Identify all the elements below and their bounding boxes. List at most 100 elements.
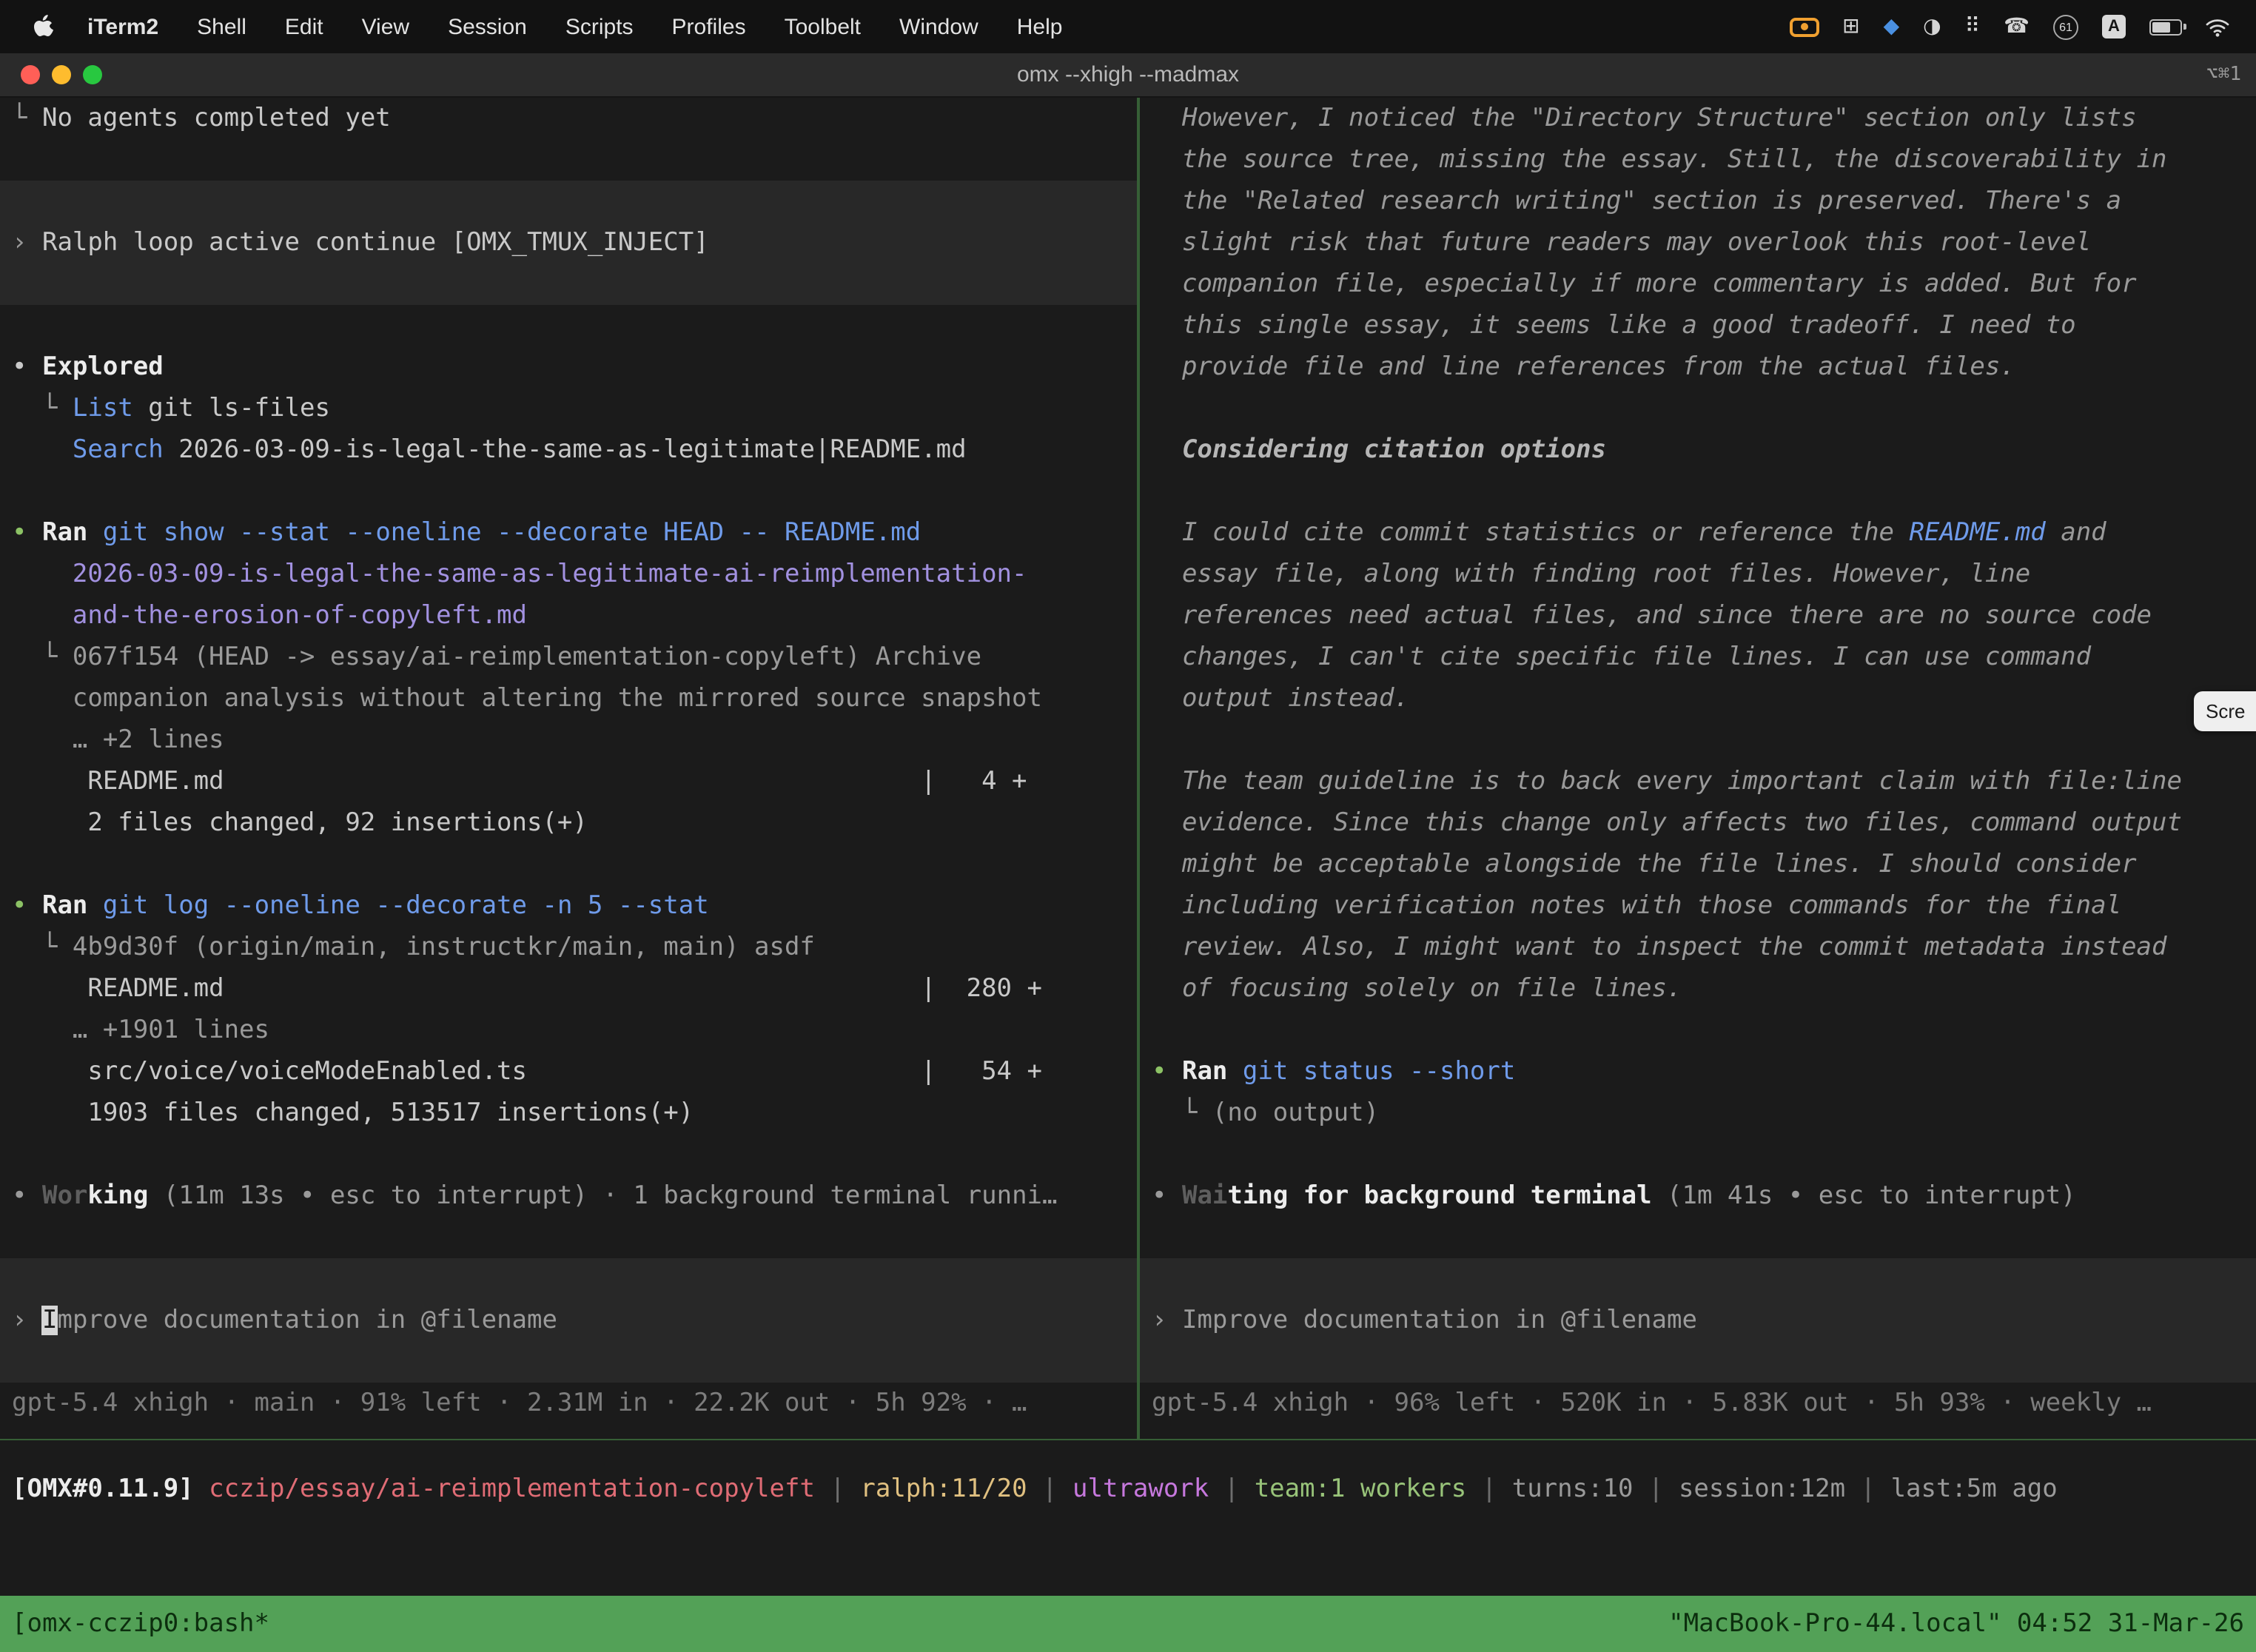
battery-percent-gauge[interactable]: 61 (2053, 14, 2078, 39)
terminal-line: 1903 files changed, 513517 insertions(+) (12, 1092, 1137, 1134)
terminal-line: … +1901 lines (12, 1010, 1137, 1051)
menu-item-view[interactable]: View (343, 14, 429, 39)
terminal-line: of focusing solely on file lines. (1152, 968, 2256, 1010)
terminal-line: the source tree, missing the essay. Stil… (1152, 139, 2256, 181)
screen-sharing-overlay-button[interactable]: Scre (2194, 691, 2256, 731)
terminal-line: gpt-5.4 xhigh · 96% left · 520K in · 5.8… (1152, 1383, 2256, 1424)
terminal-line (0, 181, 1137, 222)
terminal-line (1152, 1010, 2256, 1051)
menu-item-help[interactable]: Help (998, 14, 1082, 39)
menu-bar-status-area: ⊞ ◆ ◑ ⠿ ☎ 61 A (1789, 14, 2238, 39)
terminal-line: companion file, especially if more comme… (1152, 263, 2256, 305)
menu-item-scripts[interactable]: Scripts (546, 14, 653, 39)
pane-bottom-border (0, 1439, 2256, 1440)
window-grid-icon[interactable]: ⊞ (1842, 16, 1859, 37)
terminal-line (12, 1258, 1137, 1300)
screen-recording-indicator-icon[interactable] (1789, 17, 1819, 36)
terminal-line: › Ralph loop active continue [OMX_TMUX_I… (0, 222, 1137, 263)
terminal-line: └ List git ls-files (12, 388, 1137, 429)
left-pane-output: └ No agents completed yet› Ralph loop ac… (12, 98, 1137, 1258)
terminal-line: README.md | 4 + (12, 761, 1137, 802)
terminal-line: I could cite commit statistics or refere… (1152, 512, 2256, 554)
terminal-line: review. Also, I might want to inspect th… (1152, 927, 2256, 968)
terminal-line (1152, 1217, 2256, 1258)
terminal-line: provide file and line references from th… (1152, 346, 2256, 388)
terminal-line: gpt-5.4 xhigh · main · 91% left · 2.31M … (12, 1383, 1137, 1424)
apple-menu[interactable] (18, 15, 68, 38)
terminal-line: • Working (11m 13s • esc to interrupt) ·… (12, 1175, 1137, 1217)
tmux-window-label[interactable]: [omx-cczip0:bash* (12, 1609, 269, 1639)
terminal-line: › Improve documentation in @filename (12, 1300, 1137, 1341)
terminal-line (1152, 388, 2256, 429)
terminal-line: └ (no output) (1152, 1092, 2256, 1134)
terminal-line (0, 263, 1137, 305)
menu-item-edit[interactable]: Edit (266, 14, 343, 39)
traffic-lights (21, 65, 102, 84)
terminal-line (1152, 1134, 2256, 1175)
terminal-line (12, 1341, 1137, 1383)
right-terminal-pane[interactable]: However, I noticed the "Directory Struct… (1140, 98, 2256, 1439)
terminal-line: slight risk that future readers may over… (1152, 222, 2256, 263)
menu-bar: iTerm2 Shell Edit View Session Scripts P… (0, 0, 2256, 53)
terminal-line: • Ran git status --short (1152, 1051, 2256, 1092)
terminal-line: README.md | 280 + (12, 968, 1137, 1010)
terminal-line (1152, 1258, 2256, 1300)
terminal-line: • Explored (12, 346, 1137, 388)
right-status-line: gpt-5.4 xhigh · 96% left · 520K in · 5.8… (1152, 1383, 2256, 1424)
menu-item-session[interactable]: Session (429, 14, 546, 39)
terminal-line: [OMX#0.11.9] cczip/essay/ai-reimplementa… (12, 1468, 2256, 1510)
terminal-line: evidence. Since this change only affects… (1152, 802, 2256, 844)
apple-logo-icon (33, 15, 53, 38)
menu-item-shell[interactable]: Shell (178, 14, 266, 39)
terminal-line: src/voice/voiceModeEnabled.ts | 54 + (12, 1051, 1137, 1092)
terminal-line: references need actual files, and since … (1152, 595, 2256, 637)
terminal-line: 2026-03-09-is-legal-the-same-as-legitima… (12, 554, 1137, 595)
right-pane-output: However, I noticed the "Directory Struct… (1152, 98, 2256, 1258)
apps-grid-icon[interactable]: ⠿ (1965, 16, 1981, 37)
terminal-line: 2 files changed, 92 insertions(+) (12, 802, 1137, 844)
terminal-line: Considering citation options (1152, 429, 2256, 471)
menu-item-window[interactable]: Window (880, 14, 998, 39)
blue-app-icon[interactable]: ◆ (1884, 16, 1900, 37)
terminal-line (1152, 1341, 2256, 1383)
terminal-line: └ 4b9d30f (origin/main, instructkr/main,… (12, 927, 1137, 968)
screen: iTerm2 Shell Edit View Session Scripts P… (0, 0, 2256, 1652)
terminal-line: However, I noticed the "Directory Struct… (1152, 98, 2256, 139)
menu-item-iterm2[interactable]: iTerm2 (68, 14, 178, 39)
terminal-line: and-the-erosion-of-copyleft.md (12, 595, 1137, 637)
close-button[interactable] (21, 65, 40, 84)
right-prompt-input[interactable]: › Improve documentation in @filename (1140, 1258, 2256, 1383)
terminal-line: • Waiting for background terminal (1m 41… (1152, 1175, 2256, 1217)
left-status-line: gpt-5.4 xhigh · main · 91% left · 2.31M … (12, 1383, 1137, 1424)
minimize-button[interactable] (52, 65, 71, 84)
menu-item-toolbelt[interactable]: Toolbelt (765, 14, 880, 39)
terminal: └ No agents completed yet › Ralph loop ac… (0, 98, 2256, 1439)
terminal-line: The team guideline is to back every impo… (1152, 761, 2256, 802)
left-terminal-pane[interactable]: └ No agents completed yet › Ralph loop ac… (0, 98, 1140, 1439)
terminal-line: • Ran git show --stat --oneline --decora… (12, 512, 1137, 554)
phone-icon[interactable]: ☎ (2004, 16, 2030, 37)
terminal-line: output instead. (1152, 678, 2256, 719)
tmux-host-clock: "MacBook-Pro-44.local" 04:52 31-Mar-26 (1668, 1609, 2244, 1639)
terminal-line: • Ran git log --oneline --decorate -n 5 … (12, 885, 1137, 927)
zoom-button[interactable] (83, 65, 102, 84)
window-title: omx --xhigh --madmax (0, 62, 2256, 87)
terminal-line (12, 1217, 1137, 1258)
window-title-bar[interactable]: omx --xhigh --madmax ⌥⌘1 (0, 53, 2256, 98)
terminal-line (12, 1134, 1137, 1175)
terminal-line: Search 2026-03-09-is-legal-the-same-as-l… (12, 429, 1137, 471)
input-source-icon[interactable]: A (2102, 15, 2126, 38)
battery-icon[interactable] (2149, 19, 2182, 35)
terminal-line (12, 844, 1137, 885)
wifi-icon[interactable] (2206, 17, 2229, 36)
terminal-line (1152, 471, 2256, 512)
terminal-line: companion analysis without altering the … (12, 678, 1137, 719)
dark-app-icon[interactable]: ◑ (1923, 16, 1941, 37)
terminal-line: └ No agents completed yet (12, 98, 1137, 139)
left-prompt-input[interactable]: › Improve documentation in @filename (0, 1258, 1137, 1383)
terminal-line: … +2 lines (12, 719, 1137, 761)
menu-item-profiles[interactable]: Profiles (653, 14, 765, 39)
terminal-line: essay file, along with finding root file… (1152, 554, 2256, 595)
terminal-line: › Improve documentation in @filename (1152, 1300, 2256, 1341)
terminal-line: changes, I can't cite specific file line… (1152, 637, 2256, 678)
